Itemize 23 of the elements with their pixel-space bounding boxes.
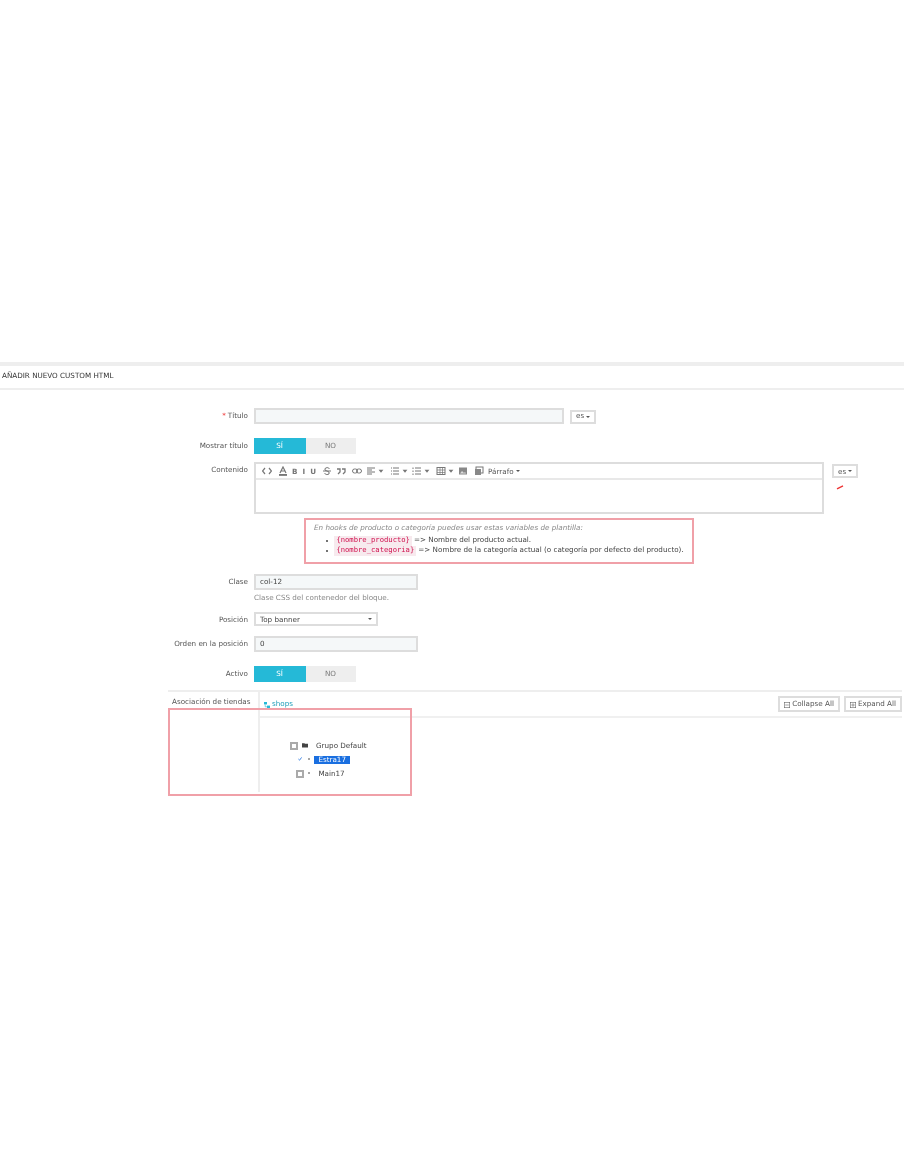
caret-icon[interactable] [424, 468, 431, 474]
align-icon[interactable] [366, 466, 377, 476]
table-icon[interactable] [435, 466, 446, 476]
caret-icon[interactable] [378, 468, 385, 474]
strikethrough-icon[interactable] [321, 466, 332, 476]
image-icon[interactable] [458, 466, 469, 476]
code-icon[interactable] [262, 466, 272, 476]
resize-mark-icon[interactable] [834, 484, 846, 490]
link-icon[interactable] [351, 466, 362, 476]
sitemap-icon[interactable] [264, 701, 270, 707]
numbered-list-icon[interactable] [412, 466, 423, 476]
collapse-icon[interactable] [784, 701, 791, 707]
quote-icon[interactable] [336, 466, 347, 476]
folder-icon[interactable] [302, 742, 308, 748]
media-icon[interactable] [473, 466, 484, 476]
checkbox[interactable] [296, 769, 304, 777]
checkbox[interactable] [290, 741, 298, 749]
title-field[interactable] [254, 408, 564, 424]
caret-icon[interactable] [401, 468, 408, 474]
expand-icon[interactable] [849, 701, 856, 707]
text-color-icon[interactable] [277, 466, 287, 476]
caret-icon[interactable] [447, 468, 454, 474]
bullet-list-icon[interactable] [389, 466, 400, 476]
